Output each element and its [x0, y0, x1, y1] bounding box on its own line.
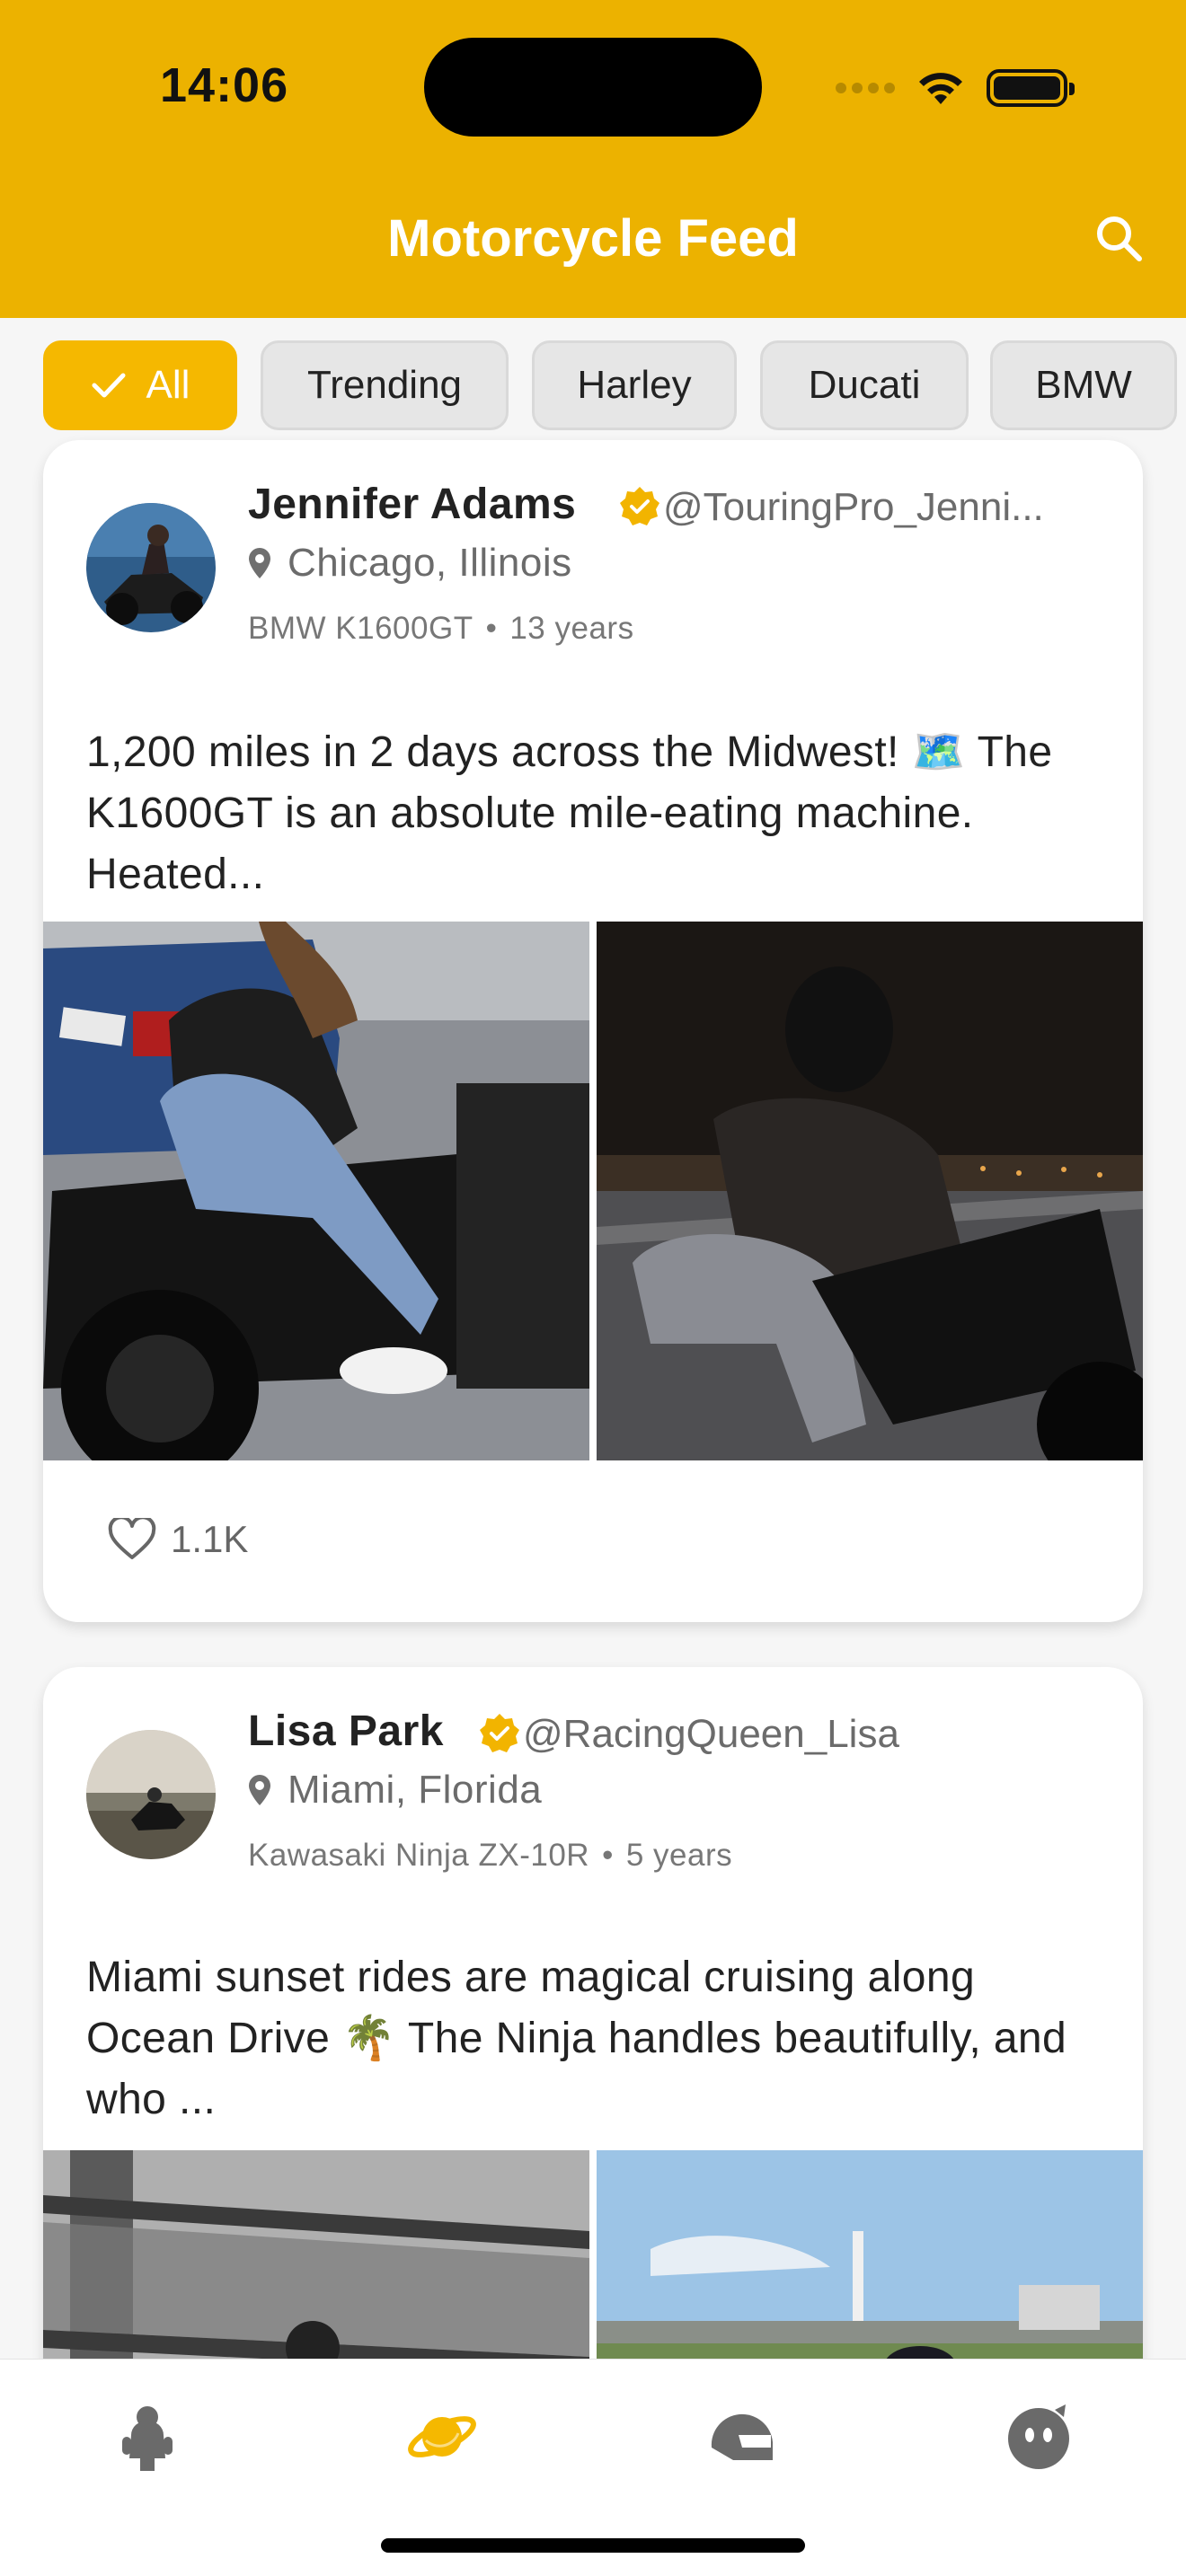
- filter-chip-label: Harley: [577, 363, 692, 407]
- home-indicator[interactable]: [381, 2538, 805, 2553]
- filter-chip-bmw[interactable]: BMW: [990, 340, 1177, 430]
- bike-model: BMW K1600GT: [248, 611, 474, 646]
- bike-info: Kawasaki Ninja ZX-10R • 5 years: [248, 1838, 732, 1874]
- user-name[interactable]: Jennifer Adams: [248, 480, 576, 529]
- like-count: 1.1K: [171, 1518, 249, 1560]
- location-pin-icon: [249, 548, 270, 578]
- helmet-icon[interactable]: [706, 2401, 778, 2473]
- post-card[interactable]: Lisa Park @RacingQueen_Lisa Miami, Flori…: [43, 1667, 1143, 2475]
- avatar[interactable]: [86, 503, 216, 632]
- post-text[interactable]: Miami sunset rides are magical cruising …: [86, 1947, 1102, 2130]
- status-time: 14:06: [160, 58, 289, 112]
- location-text: Miami, Florida: [288, 1768, 543, 1812]
- post-location: Miami, Florida: [248, 1768, 542, 1813]
- app-header: 14:06 Motorcycle Feed: [0, 0, 1186, 318]
- bike-model: Kawasaki Ninja ZX-10R: [248, 1838, 590, 1873]
- location-pin-icon: [249, 1775, 270, 1805]
- separator: •: [602, 1838, 614, 1873]
- verified-badge-icon: [620, 487, 659, 525]
- user-handle[interactable]: @RacingQueen_Lisa: [523, 1712, 1098, 1757]
- post-photo[interactable]: [43, 922, 589, 1460]
- location-text: Chicago, Illinois: [288, 541, 572, 585]
- post-photos: [43, 922, 1143, 1460]
- riding-experience: 5 years: [625, 1838, 733, 1873]
- filter-chip-label: Trending: [306, 363, 463, 407]
- planet-icon[interactable]: [406, 2401, 478, 2473]
- profile-face-icon[interactable]: [1003, 2401, 1075, 2473]
- dynamic-island: [424, 38, 762, 137]
- post-photo[interactable]: [597, 922, 1143, 1460]
- filter-chip-harley[interactable]: Harley: [532, 340, 737, 430]
- rider-icon[interactable]: [111, 2401, 183, 2473]
- filter-chip-label: All: [146, 363, 190, 407]
- post-location: Chicago, Illinois: [248, 541, 572, 586]
- bike-info: BMW K1600GT • 13 years: [248, 611, 634, 647]
- filter-chip-ducati[interactable]: Ducati: [760, 340, 969, 430]
- post-card[interactable]: Jennifer Adams @TouringPro_Jenni... Chic…: [43, 440, 1143, 1622]
- wifi-icon: [919, 73, 962, 104]
- status-icons: [836, 63, 1075, 113]
- filter-chip-label: Ducati: [808, 363, 921, 407]
- filter-chip-bar: All Trending Harley Ducati BMW: [0, 318, 1186, 453]
- verified-badge-icon: [480, 1714, 519, 1752]
- page-title: Motorcycle Feed: [387, 209, 799, 268]
- separator: •: [485, 611, 498, 646]
- filter-chip-trending[interactable]: Trending: [261, 340, 509, 430]
- like-button[interactable]: 1.1K: [108, 1518, 248, 1561]
- user-handle[interactable]: @TouringPro_Jenni...: [663, 485, 1103, 530]
- post-text[interactable]: 1,200 miles in 2 days across the Midwest…: [86, 722, 1102, 905]
- avatar[interactable]: [86, 1730, 216, 1859]
- filter-chip-label: BMW: [1035, 363, 1132, 407]
- user-name[interactable]: Lisa Park: [248, 1707, 444, 1756]
- heart-icon: [108, 1518, 156, 1559]
- search-icon[interactable]: [1093, 212, 1146, 266]
- check-icon: [92, 373, 126, 398]
- cellular-icon: [836, 83, 895, 93]
- battery-icon: [987, 69, 1075, 107]
- filter-chip-all[interactable]: All: [43, 340, 237, 430]
- riding-experience: 13 years: [509, 611, 634, 646]
